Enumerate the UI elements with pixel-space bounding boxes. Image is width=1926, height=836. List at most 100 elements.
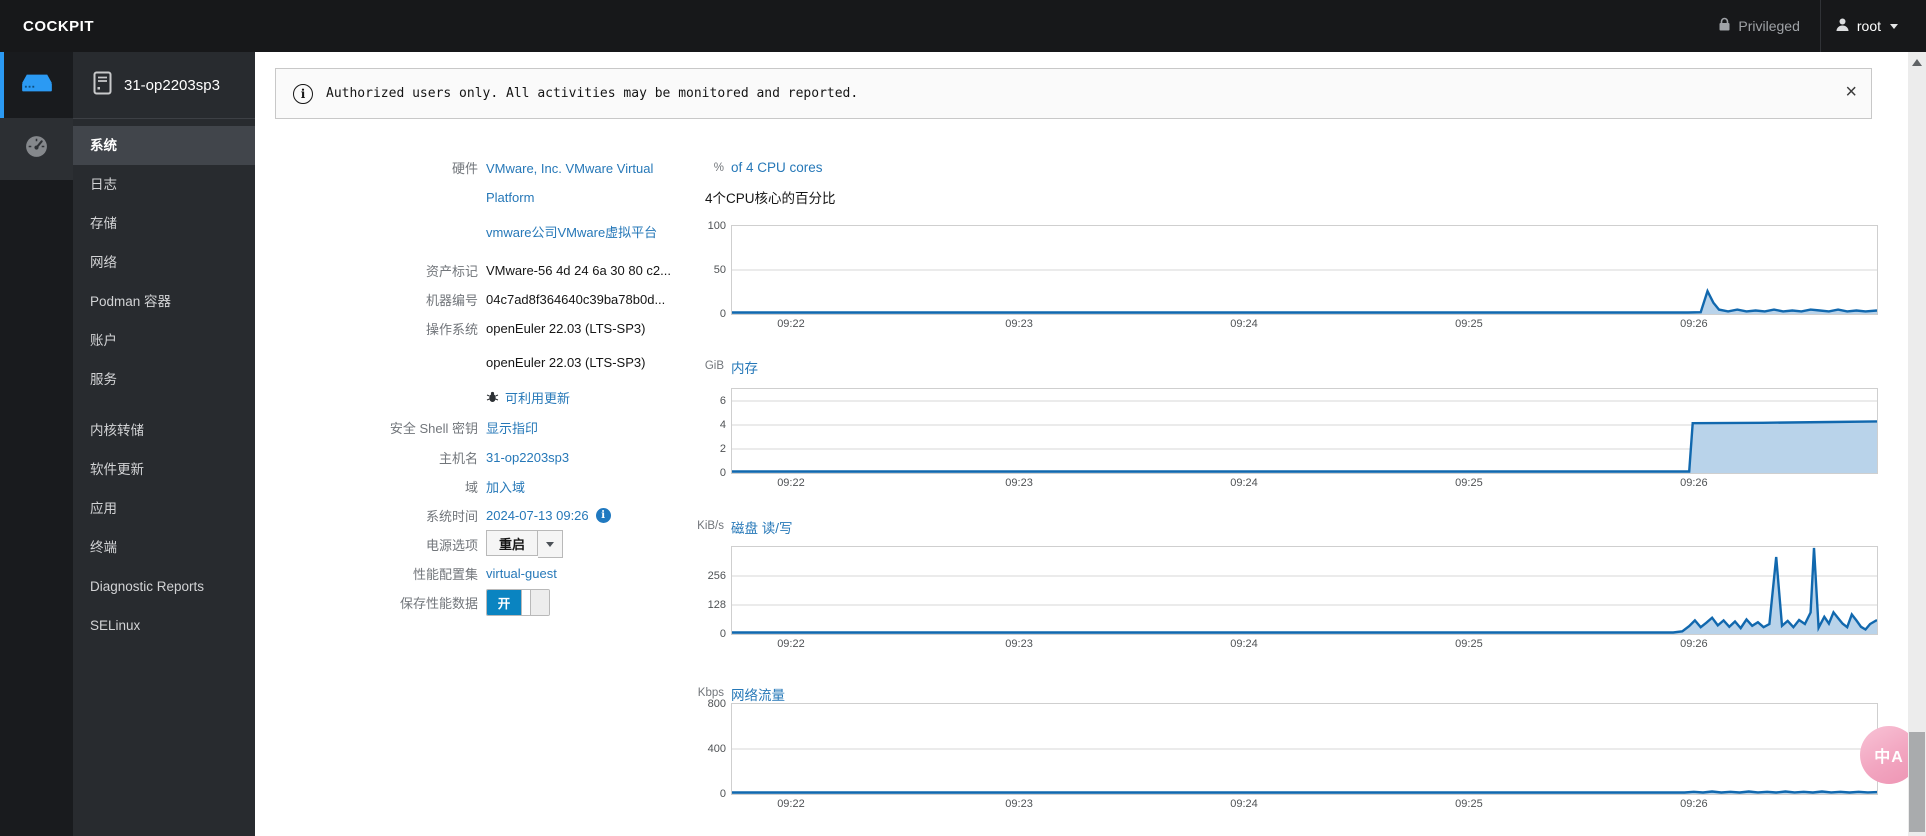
sidebar-item-accounts[interactable]: 账户	[73, 321, 255, 360]
os-value-2: openEuler 22.03 (LTS-SP3)	[486, 354, 646, 370]
memory-plot: 6 4 2 0 09:22 09:23 09:24 09:25 09:26	[720, 388, 1878, 489]
network-plot: 800 400 0 09:22 09:23 09:24 09:25 09:26	[708, 698, 1878, 810]
y-axis-tick: 50	[713, 264, 726, 276]
disk-io-chart: KiB/s 磁盘 读/写 256 128 0 09:22 09:23 09:24 09:25…	[697, 520, 1878, 650]
host-selector[interactable]: 31-op2203sp3	[73, 52, 255, 119]
sidebar: 31-op2203sp3 系统 日志 存储 网络 Podman 容器 账户 服务…	[73, 52, 255, 836]
sidebar-item-storage[interactable]: 存储	[73, 204, 255, 243]
caret-icon	[546, 541, 555, 547]
machine-id-label: 机器编号	[425, 292, 478, 308]
y-axis-tick: 100	[707, 220, 726, 232]
performance-profile-link[interactable]: virtual-guest	[486, 566, 557, 581]
host-icon	[93, 71, 112, 100]
asset-tag-value: VMware-56 4d 24 6a 30 80 c2...	[486, 262, 672, 278]
x-axis-tick: 09:22	[777, 318, 805, 330]
privileged-label: Privileged	[1738, 18, 1800, 34]
ssh-keys-label: 安全 Shell 密钥	[389, 420, 478, 436]
system-time-link[interactable]: 2024-07-13 09:26	[486, 508, 589, 523]
y-axis-tick: 0	[719, 628, 726, 640]
x-axis-tick: 09:26	[1680, 477, 1708, 489]
close-icon[interactable]: ×	[1845, 79, 1857, 105]
sidebar-item-applications[interactable]: 应用	[73, 489, 255, 528]
x-axis-tick: 09:23	[1005, 477, 1033, 489]
sidebar-item-system[interactable]: 系统	[73, 126, 255, 165]
sidebar-item-logs[interactable]: 日志	[73, 165, 255, 204]
hostname-label: 主机名	[438, 450, 478, 466]
performance-profile-label: 性能配置集	[412, 566, 478, 582]
host-name: 31-op2203sp3	[124, 76, 220, 94]
user-menu[interactable]: root	[1821, 0, 1912, 52]
join-domain-link[interactable]: 加入域	[486, 477, 525, 496]
x-axis-tick: 09:23	[1005, 318, 1033, 330]
show-fingerprints-link[interactable]: 显示指印	[486, 418, 538, 437]
cpu-chart-subtitle: 4个CPU核心的百分比	[705, 191, 836, 206]
cpu-plot: 100 50 0 09:22 09:23 09:24 09:25 09:26	[708, 220, 1878, 330]
cpu-unit-label: %	[713, 162, 724, 174]
x-axis-tick: 09:24	[1230, 638, 1258, 650]
x-axis-tick: 09:26	[1680, 638, 1708, 650]
scroll-up-arrow-icon[interactable]	[1912, 59, 1922, 66]
x-axis-tick: 09:24	[1230, 798, 1258, 810]
masthead-right: Privileged root	[1698, 0, 1926, 52]
y-axis-tick: 256	[707, 570, 726, 582]
hardware-link[interactable]: VMware, Inc. VMware Virtual Platform	[486, 154, 676, 212]
y-axis-tick: 0	[719, 308, 726, 320]
disk-chart-title-link[interactable]: 磁盘 读/写	[731, 521, 793, 536]
y-axis-tick: 400	[707, 743, 726, 755]
hostname-link[interactable]: 31-op2203sp3	[486, 450, 569, 465]
os-label: 操作系统	[425, 321, 478, 337]
x-axis-tick: 09:26	[1680, 798, 1708, 810]
y-axis-tick: 0	[719, 467, 726, 479]
sidebar-item-selinux[interactable]: SELinux	[73, 606, 255, 645]
rail-host-button[interactable]	[0, 52, 73, 118]
sidebar-item-services[interactable]: 服务	[73, 360, 255, 399]
sidebar-item-updates[interactable]: 软件更新	[73, 450, 255, 489]
toggle-off-area	[531, 589, 549, 615]
rail-dashboard-button[interactable]	[0, 118, 73, 180]
masthead: COCKPIT Privileged root	[0, 0, 1926, 52]
server-icon	[20, 70, 54, 101]
x-axis-tick: 09:22	[777, 638, 805, 650]
y-axis-tick: 2	[719, 443, 726, 455]
cockpit-screen: COCKPIT Privileged root 31-op2203sp3 系统 …	[0, 0, 1926, 836]
restart-button[interactable]: 重启	[486, 530, 539, 556]
toggle-handle	[521, 589, 531, 615]
store-metrics-toggle[interactable]: 开	[486, 588, 550, 616]
info-icon: i	[293, 83, 313, 104]
y-axis-tick: 6	[719, 395, 726, 407]
motd-text: Authorized users only. All activities ma…	[326, 86, 859, 101]
cockpit-logo: COCKPIT	[23, 17, 94, 35]
x-axis-tick: 09:24	[1230, 477, 1258, 489]
available-updates-link[interactable]: 可利用更新	[505, 388, 570, 407]
user-name: root	[1856, 18, 1881, 34]
chevron-down-icon	[1890, 23, 1898, 29]
store-metrics-label: 保存性能数据	[399, 595, 478, 611]
scrollbar-thumb[interactable]	[1909, 732, 1925, 832]
system-time-label: 系统时间	[425, 508, 478, 524]
vertical-scrollbar[interactable]	[1908, 52, 1926, 836]
sidebar-item-kdump[interactable]: 内核转储	[73, 411, 255, 450]
sidebar-item-network[interactable]: 网络	[73, 243, 255, 282]
x-axis-tick: 09:25	[1455, 798, 1483, 810]
cpu-chart-title-link[interactable]: of 4 CPU cores	[731, 160, 823, 175]
sidebar-item-diagnostics[interactable]: Diagnostic Reports	[73, 567, 255, 606]
time-info-icon[interactable]: i	[595, 507, 611, 523]
nav-rail	[0, 52, 73, 836]
gauge-icon	[24, 134, 49, 164]
network-chart-title-link[interactable]: 网络流量	[731, 688, 785, 703]
network-traffic-chart: Kbps 网络流量 800 400 0 09:22 09:23 09:24 09:25 09:…	[698, 687, 1878, 810]
system-info-panel: 硬件 VMware, Inc. VMware Virtual Platform …	[310, 0, 710, 836]
hardware-link-cn[interactable]: vmware公司VMware虚拟平台	[486, 218, 676, 247]
sidebar-item-terminal[interactable]: 终端	[73, 528, 255, 567]
x-axis-tick: 09:25	[1455, 638, 1483, 650]
privileged-indicator[interactable]: Privileged	[1698, 0, 1819, 52]
lock-icon	[1718, 17, 1731, 35]
power-dropdown-caret[interactable]	[538, 530, 564, 558]
y-axis-tick: 0	[719, 788, 726, 800]
toggle-on-label: 开	[487, 589, 521, 615]
y-axis-tick: 4	[719, 419, 726, 431]
x-axis-tick: 09:26	[1680, 318, 1708, 330]
sidebar-item-podman[interactable]: Podman 容器	[73, 282, 255, 321]
memory-usage-chart: GiB 内存 6 4 2 0 09:22 09:23 09:24 09:25 09:26	[705, 360, 1878, 489]
memory-chart-title-link[interactable]: 内存	[731, 361, 758, 376]
